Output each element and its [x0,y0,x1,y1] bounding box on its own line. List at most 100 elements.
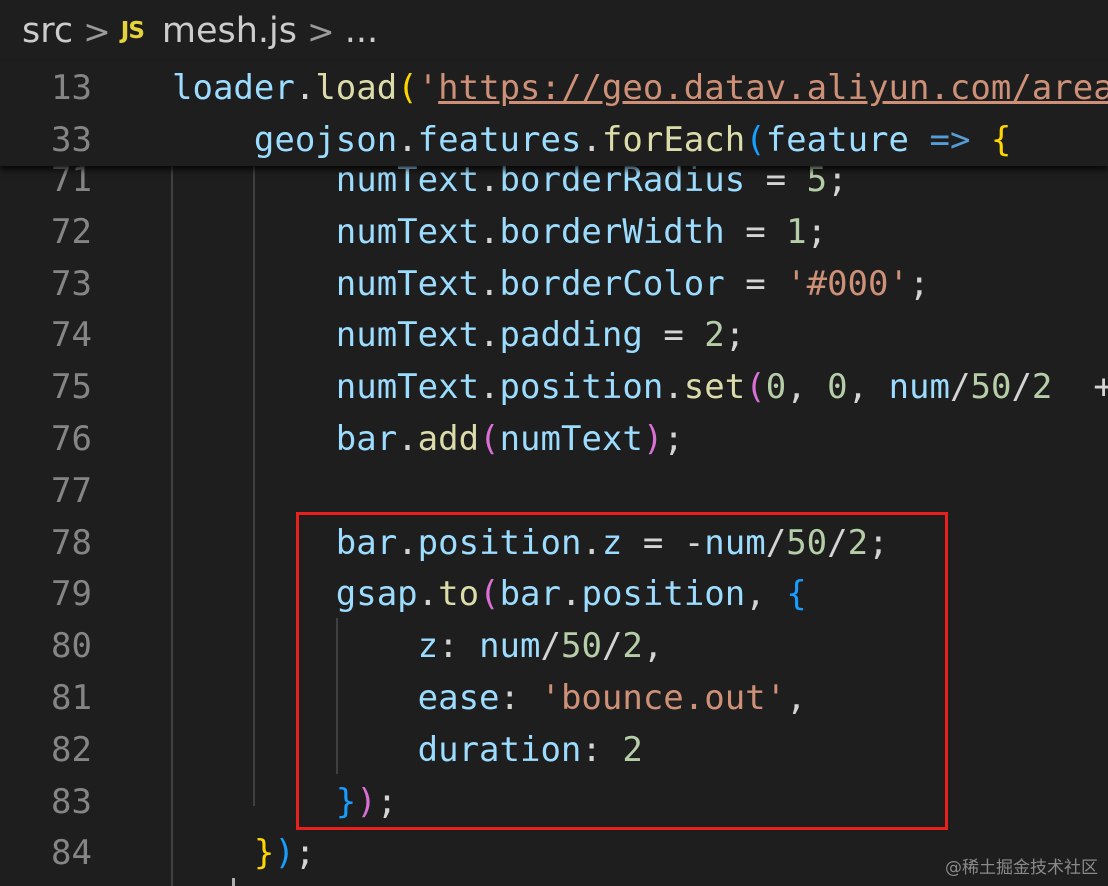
code-token: ; [908,263,930,304]
line-number: 74 [51,315,92,356]
line-number: 80 [51,626,92,667]
code-token: ) [274,833,295,874]
chevron-right-icon: > [83,11,111,51]
code-line[interactable]: 84 }); [0,827,1108,879]
code-token: / [950,367,971,408]
line-number: 81 [51,678,92,718]
code-line[interactable]: 13 loader.load('https://geo.datav.aliyun.… [0,62,1108,114]
code-token: 2 [1031,367,1053,408]
line-number: 77 [51,470,92,511]
code-token: ; [827,166,848,200]
code-token: . [479,315,500,356]
line-number: 71 [51,166,92,200]
breadcrumb: src > JS mesh.js > ... [0,0,1108,62]
code-token: ) [642,419,664,459]
code-line[interactable]: 72 numText.borderWidth = 1; [0,206,1108,258]
breadcrumb-file[interactable]: mesh.js [162,11,297,51]
code-text: bar.add(numText); [172,413,684,465]
code-line[interactable]: 74 numText.padding = 2; [0,309,1108,361]
line-number: 75 [51,367,92,408]
code-token: , [847,367,889,408]
code-token: bar [335,419,398,459]
line-number: 82 [51,729,92,770]
chevron-right-icon: > [307,11,335,51]
breadcrumb-symbols[interactable]: ... [345,11,378,51]
code-token: . [663,367,684,408]
code-token: forEach [601,120,746,160]
code-token: numText [335,367,480,408]
code-line[interactable]: 76 bar.add(numText); [0,413,1108,465]
line-number: 76 [51,419,92,459]
code-text: numText.borderRadius = 5; [172,166,848,206]
breadcrumb-folder[interactable]: src [22,11,73,51]
code-token: set [683,367,746,408]
line-number: 79 [51,574,92,615]
code-text: numText.padding = 2; [172,309,745,361]
code-token: 1 [786,211,807,252]
code-token: ( [397,68,418,108]
code-token: features [417,120,582,160]
watermark: @稀土掘金技术社区 [945,858,1098,878]
code-token: . [294,68,316,108]
code-token: 2 [704,315,725,356]
code-token: . [397,120,418,160]
code-text: loader.load('https://geo.datav.aliyun.co… [172,62,1108,114]
code-token: . [479,263,500,304]
code-token: = [745,166,807,200]
code-line[interactable]: 77 [0,465,1108,517]
code-token: 0 [765,367,787,408]
text-cursor [232,878,235,886]
code-token: numText [335,166,480,200]
line-number: 73 [51,263,92,304]
code-token: . [479,367,500,408]
code-token: geojson [253,120,398,160]
code-token: = [724,211,787,252]
code-line[interactable]: 71 numText.borderRadius = 5; [0,166,1108,206]
code-token: = [642,315,705,356]
line-number: 13 [51,68,92,108]
code-token: 0 [827,367,848,408]
code-token: . [397,419,418,459]
code-token: '#000' [786,263,909,304]
code-token: => [929,120,971,160]
line-number: 78 [51,522,92,563]
code-token: / [1011,367,1032,408]
line-number: 84 [51,833,92,874]
code-token: ' [417,68,439,108]
code-token: numText [335,315,480,356]
code-token: . [581,120,602,160]
code-token: ( [745,120,766,160]
line-number: 72 [51,211,92,252]
sticky-scroll-header[interactable]: 13 loader.load('https://geo.datav.aliyun.… [0,62,1108,166]
code-line[interactable]: 75 numText.position.set(0, 0, num/50/2 +… [0,361,1108,413]
code-text: numText.borderWidth = 1; [172,206,827,258]
code-token: add [417,419,480,459]
code-token: borderWidth [499,211,725,252]
code-token: = [724,263,787,304]
code-token: loader [172,68,295,108]
code-token: numText [335,211,480,252]
code-text: numText.borderColor = '#000'; [172,258,930,310]
code-text: }); [172,827,315,879]
code-line[interactable]: 33 geojson.features.forEach(feature => { [0,114,1108,166]
code-token: . [479,166,500,200]
highlight-annotation-box [296,512,948,830]
code-token: } [253,833,275,874]
code-token: ( [745,367,766,408]
code-token: load [315,68,398,108]
line-number: 33 [51,120,92,160]
code-token: numText [499,419,643,459]
code-token: borderRadius [499,166,746,200]
code-token: feature [765,120,909,160]
code-token: position [499,367,664,408]
code-line[interactable]: 73 numText.borderColor = '#000'; [0,258,1108,310]
code-token: { [990,120,1012,160]
